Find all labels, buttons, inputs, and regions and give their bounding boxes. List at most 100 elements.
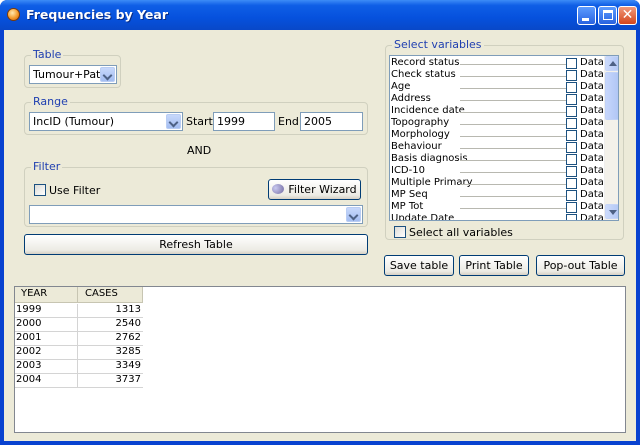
variables-scrollbar[interactable] — [604, 56, 618, 220]
variable-name: Address — [391, 93, 431, 104]
variable-type: Data — [580, 177, 604, 188]
cases-cell: 1313 — [115, 304, 141, 315]
leader-line — [460, 196, 566, 197]
start-input[interactable]: 1999 — [213, 112, 275, 131]
variable-name: MP Tot — [391, 201, 424, 212]
filter-wizard-button[interactable]: Filter Wizard — [268, 179, 361, 200]
variable-checkbox[interactable] — [566, 190, 577, 201]
maximize-icon — [603, 10, 613, 20]
use-filter-checkbox[interactable] — [34, 184, 46, 196]
variable-checkbox[interactable] — [566, 178, 577, 189]
minimize-icon — [582, 18, 589, 21]
leader-line — [460, 172, 566, 173]
variable-type: Data — [580, 153, 604, 164]
variable-name: MP Seq — [391, 189, 428, 200]
cell-divider — [77, 318, 78, 332]
refresh-table-button[interactable]: Refresh Table — [24, 234, 368, 255]
variable-type: Data — [580, 105, 604, 116]
leader-line — [460, 136, 566, 137]
variable-name: Morphology — [391, 129, 450, 140]
variable-checkbox[interactable] — [566, 82, 577, 93]
variable-name: ICD-10 — [391, 165, 425, 176]
app-window: Frequencies by Year ✕ Table Tumour+Pati.… — [0, 0, 640, 445]
scroll-down-button[interactable] — [605, 204, 618, 219]
variable-type: Data — [580, 213, 604, 221]
and-label: AND — [187, 144, 212, 157]
variable-checkbox[interactable] — [566, 94, 577, 105]
title-bar[interactable]: Frequencies by Year ✕ — [0, 0, 640, 30]
table-row[interactable]: 2003 3349 — [15, 360, 143, 374]
select-all-checkbox[interactable] — [394, 226, 406, 238]
filter-expression-select[interactable] — [29, 205, 363, 224]
variable-row[interactable]: Check status Data — [390, 69, 604, 82]
table-row[interactable]: 2000 2540 — [15, 318, 143, 332]
variables-group-label: Select variables — [392, 38, 484, 51]
save-table-button[interactable]: Save table — [384, 255, 454, 276]
close-button[interactable]: ✕ — [618, 6, 637, 25]
variable-checkbox[interactable] — [566, 154, 577, 165]
variable-checkbox[interactable] — [566, 118, 577, 129]
cases-cell: 3737 — [115, 374, 141, 385]
chevron-down-icon[interactable] — [346, 207, 361, 222]
leader-line — [460, 100, 566, 101]
chevron-down-icon[interactable] — [166, 114, 181, 129]
table-row[interactable]: 1999 1313 — [15, 304, 143, 318]
scroll-thumb[interactable] — [605, 72, 618, 120]
scroll-up-button[interactable] — [605, 56, 618, 71]
variables-list[interactable]: Record status Data Check status Data Age Data… — [389, 55, 619, 221]
table-select-value: Tumour+Pati... — [33, 68, 101, 81]
close-icon: ✕ — [621, 7, 634, 23]
variable-name: Incidence date — [391, 105, 465, 116]
table-select[interactable]: Tumour+Pati... — [29, 65, 117, 84]
column-header-cases[interactable]: CASES — [85, 288, 118, 299]
chevron-down-icon[interactable] — [100, 67, 115, 82]
end-input[interactable]: 2005 — [300, 112, 363, 131]
leader-line — [460, 208, 566, 209]
results-table[interactable]: YEAR CASES 1999 1313 2000 2540 2001 2762 2002 3… — [14, 286, 626, 433]
variable-row[interactable]: Update Date Data — [390, 213, 604, 221]
year-cell: 2002 — [16, 346, 42, 357]
column-header-year[interactable]: YEAR — [21, 288, 47, 299]
year-cell: 1999 — [16, 304, 42, 315]
cell-divider — [77, 374, 78, 388]
variable-name: Basis diagnosis — [391, 153, 468, 164]
variable-type: Data — [580, 117, 604, 128]
range-group: Range IncID (Tumour) Start: 1999 End: 20… — [24, 95, 368, 135]
maximize-button[interactable] — [598, 6, 617, 25]
leader-line — [460, 88, 566, 89]
year-cell: 2000 — [16, 318, 42, 329]
cases-cell: 3285 — [115, 346, 141, 357]
variable-type: Data — [580, 141, 604, 152]
variable-checkbox[interactable] — [566, 142, 577, 153]
table-header: YEAR CASES — [15, 287, 143, 303]
filter-group-label: Filter — [31, 160, 63, 173]
variable-checkbox[interactable] — [566, 70, 577, 81]
year-cell: 2004 — [16, 374, 42, 385]
variable-checkbox[interactable] — [566, 130, 577, 141]
print-table-button[interactable]: Print Table — [459, 255, 529, 276]
end-label: End: — [278, 115, 303, 128]
variable-checkbox[interactable] — [566, 166, 577, 177]
column-divider[interactable] — [142, 287, 143, 302]
variable-checkbox[interactable] — [566, 106, 577, 117]
wizard-icon — [272, 184, 285, 194]
column-divider[interactable] — [77, 287, 78, 302]
range-variable-select[interactable]: IncID (Tumour) — [29, 112, 183, 131]
window-title: Frequencies by Year — [26, 7, 168, 22]
variable-name: Check status — [391, 69, 456, 80]
table-row[interactable]: 2001 2762 — [15, 332, 143, 346]
popout-table-button[interactable]: Pop-out Table — [536, 255, 625, 276]
variable-name: Record status — [391, 57, 460, 68]
app-icon — [7, 8, 20, 21]
leader-line — [460, 64, 566, 65]
variable-name: Multiple Primary — [391, 177, 473, 188]
use-filter-label: Use Filter — [49, 184, 101, 197]
table-row[interactable]: 2002 3285 — [15, 346, 143, 360]
table-row[interactable]: 2004 3737 — [15, 374, 143, 388]
cell-divider — [77, 332, 78, 346]
leader-line — [460, 148, 566, 149]
variable-checkbox[interactable] — [566, 202, 577, 213]
variable-checkbox[interactable] — [566, 214, 577, 220]
minimize-button[interactable] — [577, 6, 596, 25]
variable-checkbox[interactable] — [566, 58, 577, 69]
